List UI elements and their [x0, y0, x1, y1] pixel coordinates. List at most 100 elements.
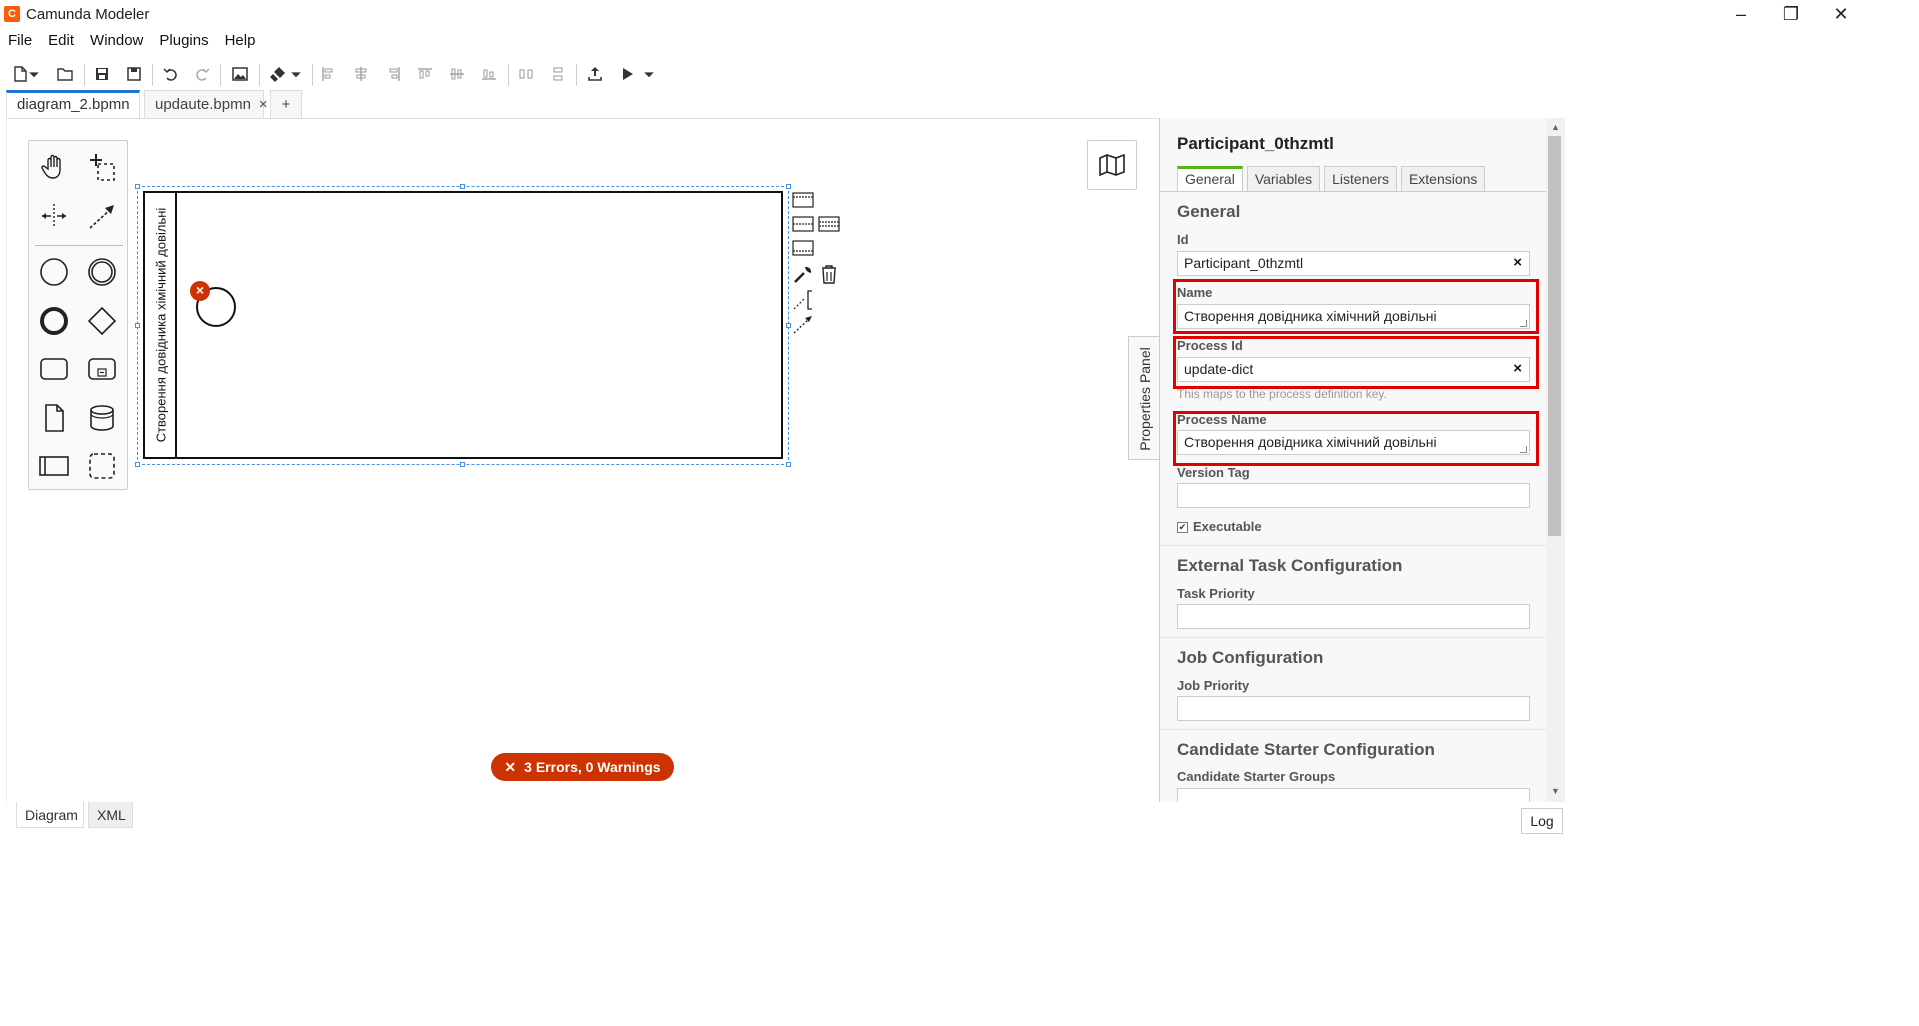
tab-bar: diagram_2.bpmn updaute.bpmn × +	[0, 90, 1919, 127]
executable-checkbox[interactable]: ✔	[1177, 522, 1188, 533]
intermediate-event-icon[interactable]	[82, 252, 122, 292]
add-lane-below-icon[interactable]	[791, 236, 815, 260]
align-top-icon[interactable]	[411, 60, 439, 88]
add-tab-button[interactable]: +	[270, 90, 302, 118]
job-priority-field[interactable]	[1177, 696, 1530, 721]
align-bottom-icon[interactable]	[475, 60, 503, 88]
name-value: Створення довідника хімічний довільні	[1184, 308, 1437, 324]
divide-two-lanes-icon[interactable]	[791, 212, 815, 236]
deploy-icon[interactable]	[581, 60, 609, 88]
errors-warnings-button[interactable]: ✕ 3 Errors, 0 Warnings	[491, 753, 674, 781]
distribute-vertical-icon[interactable]	[544, 60, 572, 88]
participant-pool[interactable]: Створення довідника хімічний довільні	[143, 191, 783, 459]
hand-tool-icon[interactable]	[34, 147, 74, 187]
tab-variables[interactable]: Variables	[1246, 166, 1321, 191]
resize-handle[interactable]	[786, 462, 791, 467]
align-middle-icon[interactable]	[443, 60, 471, 88]
task-icon[interactable]	[34, 349, 74, 389]
properties-scrollbar[interactable]: ▲ ▼	[1546, 118, 1565, 802]
close-tab-icon[interactable]: ×	[259, 96, 268, 113]
process-id-field[interactable]: update-dict ×	[1177, 357, 1530, 382]
tab-xml-view[interactable]: XML	[88, 802, 133, 828]
export-image-icon[interactable]	[226, 60, 254, 88]
tab-label: updaute.bpmn	[155, 96, 251, 113]
process-name-field[interactable]: Створення довідника хімічний довільні	[1177, 430, 1530, 455]
properties-panel: Participant_0thzmtl General Variables Li…	[1159, 118, 1546, 802]
error-badge-icon[interactable]: ×	[190, 281, 210, 301]
undo-icon[interactable]	[157, 60, 185, 88]
distribute-horizontal-icon[interactable]	[512, 60, 540, 88]
tab-extensions[interactable]: Extensions	[1400, 166, 1486, 191]
open-folder-icon[interactable]	[51, 60, 79, 88]
save-icon[interactable]	[88, 60, 116, 88]
color-dropdown-icon[interactable]	[288, 60, 304, 88]
data-store-icon[interactable]	[82, 398, 122, 438]
minimap-toggle-button[interactable]	[1087, 140, 1137, 190]
global-connect-tool-icon[interactable]	[82, 196, 122, 236]
align-right-icon[interactable]	[380, 60, 408, 88]
tab-diagram-view[interactable]: Diagram	[16, 802, 84, 828]
clear-id-icon[interactable]: ×	[1513, 254, 1522, 271]
redo-icon[interactable]	[188, 60, 216, 88]
gateway-icon[interactable]	[82, 301, 122, 341]
start-instance-icon[interactable]	[613, 60, 641, 88]
connect-icon[interactable]	[791, 312, 815, 336]
pool-icon[interactable]	[34, 446, 74, 486]
tab-updaute[interactable]: updaute.bpmn ×	[144, 90, 268, 118]
resize-handle[interactable]	[135, 462, 140, 467]
start-dropdown-icon[interactable]	[641, 60, 657, 88]
subprocess-icon[interactable]	[82, 349, 122, 389]
id-field[interactable]: Participant_0thzmtl ×	[1177, 251, 1530, 276]
element-title: Participant_0thzmtl	[1177, 134, 1334, 153]
resize-handle[interactable]	[135, 184, 140, 189]
align-left-icon[interactable]	[314, 60, 342, 88]
scroll-up-icon[interactable]: ▲	[1551, 122, 1560, 132]
wrench-icon[interactable]	[791, 262, 815, 286]
palette-separator	[35, 245, 123, 246]
align-center-icon[interactable]	[347, 60, 375, 88]
resize-handle[interactable]	[460, 184, 465, 189]
delete-trash-icon[interactable]	[817, 262, 841, 286]
data-object-icon[interactable]	[34, 398, 74, 438]
resize-grip-icon[interactable]	[1520, 320, 1527, 327]
start-event-icon[interactable]	[34, 252, 74, 292]
candidate-groups-field[interactable]	[1177, 788, 1530, 802]
tab-listeners[interactable]: Listeners	[1324, 166, 1397, 191]
tab-diagram-2[interactable]: diagram_2.bpmn	[6, 90, 140, 127]
resize-grip-icon[interactable]	[1520, 446, 1527, 453]
group-icon[interactable]	[82, 446, 122, 486]
process-id-hint: This maps to the process definition key.	[1177, 387, 1387, 401]
bottom-bar: Diagram XML	[0, 802, 1919, 828]
resize-handle[interactable]	[460, 462, 465, 467]
section-job-config: Job Configuration	[1177, 648, 1324, 667]
lasso-tool-icon[interactable]	[82, 147, 122, 187]
log-button[interactable]: Log	[1521, 808, 1563, 834]
toolbar-separator	[84, 64, 85, 86]
end-event-icon[interactable]	[34, 301, 74, 341]
text-annotation-icon[interactable]	[791, 288, 815, 312]
menu-file[interactable]: File	[0, 30, 40, 54]
divide-three-lanes-icon[interactable]	[817, 212, 841, 236]
new-file-dropdown-icon[interactable]	[26, 60, 42, 88]
participant-header[interactable]: Створення довідника хімічний довільні	[145, 193, 177, 457]
clear-process-id-icon[interactable]: ×	[1513, 360, 1522, 377]
name-field[interactable]: Створення довідника хімічний довільні	[1177, 304, 1530, 329]
properties-panel-toggle-label: Properties Panel	[1137, 347, 1153, 451]
properties-panel-toggle[interactable]: Properties Panel	[1128, 336, 1160, 460]
scrollbar-thumb[interactable]	[1548, 136, 1561, 536]
space-tool-icon[interactable]	[34, 196, 74, 236]
task-priority-field[interactable]	[1177, 604, 1530, 629]
menu-help[interactable]: Help	[217, 30, 264, 54]
scroll-down-icon[interactable]: ▼	[1551, 786, 1560, 796]
resize-handle[interactable]	[135, 323, 140, 328]
tab-general[interactable]: General	[1177, 166, 1243, 191]
title-bar: C Camunda Modeler – ❐ ✕	[0, 0, 1919, 28]
toolbar-separator	[508, 64, 509, 86]
version-tag-field[interactable]	[1177, 483, 1530, 508]
add-lane-above-icon[interactable]	[791, 188, 815, 212]
menu-window[interactable]: Window	[82, 30, 151, 54]
save-as-icon[interactable]	[120, 60, 148, 88]
menu-plugins[interactable]: Plugins	[151, 30, 216, 54]
close-window-button[interactable]: ✕	[1810, 0, 1872, 28]
menu-edit[interactable]: Edit	[40, 30, 82, 54]
